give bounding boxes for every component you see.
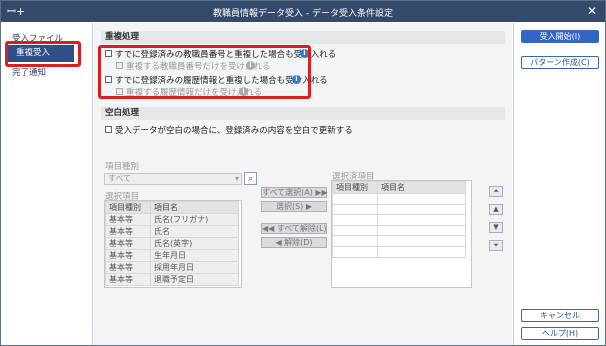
table-cell: 退職予定日 — [150, 273, 239, 286]
table-cell: 基本等 — [105, 213, 151, 226]
update-with-blank-label: 受入データが空白の場合に、登録済みの内容を空白で更新する — [115, 126, 353, 136]
action-panel: 受入開始(I) パターン作成(C) キャンセル ヘルプ(H) — [513, 23, 605, 345]
move-to-top-button[interactable]: ⏶ — [489, 186, 503, 197]
sidebar-highlight-box — [5, 41, 81, 67]
create-pattern-button[interactable]: パターン作成(C) — [521, 56, 599, 69]
select-all-button[interactable]: すべて選択(A) ▶▶ — [261, 187, 328, 198]
table-row[interactable]: 基本等 生年月日 — [105, 249, 239, 262]
source-list-table: 項目種別 項目名 基本等 氏名(フリガナ) 基本等 氏名 基本等 氏名(英字) 基本等生… — [105, 201, 239, 286]
move-down-button[interactable]: ▼ — [489, 222, 503, 233]
table-cell: 基本等 — [105, 273, 151, 286]
table-cell: 基本等 — [105, 249, 151, 262]
deselect-button[interactable]: ◀ 解除(D) — [261, 237, 327, 248]
table-cell: 生年月日 — [150, 249, 239, 262]
table-cell: 氏名(英字) — [150, 237, 239, 250]
table-row[interactable] — [332, 214, 466, 226]
duplicate-section-heading: 重複処理 — [101, 31, 505, 44]
table-cell: 氏名(フリガナ) — [150, 213, 239, 226]
table-cell: 採用年月日 — [150, 261, 239, 274]
column-header: 項目名 — [150, 201, 239, 214]
item-type-select[interactable]: すべて ▾ — [104, 173, 242, 185]
column-header: 項目種別 — [105, 201, 151, 214]
deselect-all-button[interactable]: ◀◀ すべて解除(L) — [261, 223, 327, 234]
table-row[interactable] — [332, 224, 466, 237]
item-type-label: 項目種別 — [105, 162, 140, 172]
table-cell: 基本等 — [105, 261, 151, 274]
column-header: 項目名 — [377, 181, 466, 194]
move-up-button[interactable]: ▲ — [489, 204, 503, 215]
column-header: 項目種別 — [332, 181, 378, 194]
title-bar: ꟷ+ 教職員情報データ受入 - データ受入条件設定 ✕ — [1, 1, 605, 22]
table-cell: 氏名 — [150, 225, 239, 238]
table-row[interactable] — [332, 235, 466, 247]
select-button[interactable]: 選択(S) ▶ — [261, 201, 327, 212]
target-list[interactable]: 項目種別 項目名 — [331, 180, 472, 288]
move-to-bottom-button[interactable]: ⏷ — [489, 240, 503, 251]
table-row[interactable] — [332, 193, 466, 205]
table-row[interactable] — [332, 203, 466, 216]
blank-section-heading: 空白処理 — [101, 107, 505, 120]
table-row[interactable]: 基本等 退職予定日 — [105, 273, 239, 286]
table-row[interactable]: 基本等 氏名 — [105, 225, 239, 238]
sidebar-item-completion-notice[interactable]: 完了通知 — [12, 65, 46, 81]
table-row[interactable]: 基本等 氏名(フリガナ) — [105, 213, 239, 226]
update-with-blank-checkbox[interactable] — [105, 126, 112, 133]
table-row[interactable] — [332, 245, 466, 258]
table-cell: 基本等 — [105, 237, 151, 250]
target-list-table: 項目種別 項目名 — [332, 181, 466, 258]
start-import-button[interactable]: 受入開始(I) — [521, 30, 599, 43]
table-cell: 基本等 — [105, 225, 151, 238]
close-icon[interactable]: ✕ — [587, 4, 597, 18]
item-type-select-value: すべて — [108, 174, 132, 183]
source-list[interactable]: 項目種別 項目名 基本等 氏名(フリガナ) 基本等 氏名 基本等 氏名(英字) 基本等生… — [104, 200, 242, 288]
duplicate-options-highlight-box — [98, 45, 311, 99]
cancel-button[interactable]: キャンセル — [521, 309, 599, 322]
table-row[interactable]: 基本等 採用年月日 — [105, 261, 239, 274]
window-title: 教職員情報データ受入 - データ受入条件設定 — [213, 9, 393, 19]
chevron-down-icon: ▾ — [234, 174, 239, 183]
search-icon: ⌕ — [248, 174, 253, 183]
sidebar: 受入ファイル 重複受入 完了通知 — [2, 23, 93, 345]
dialog-window: ꟷ+ 教職員情報データ受入 - データ受入条件設定 ✕ 受入ファイル 重複受入 … — [0, 0, 606, 346]
search-button[interactable]: ⌕ — [244, 172, 257, 185]
table-row[interactable]: 基本等 氏名(英字) — [105, 237, 239, 250]
help-button[interactable]: ヘルプ(H) — [521, 327, 599, 340]
